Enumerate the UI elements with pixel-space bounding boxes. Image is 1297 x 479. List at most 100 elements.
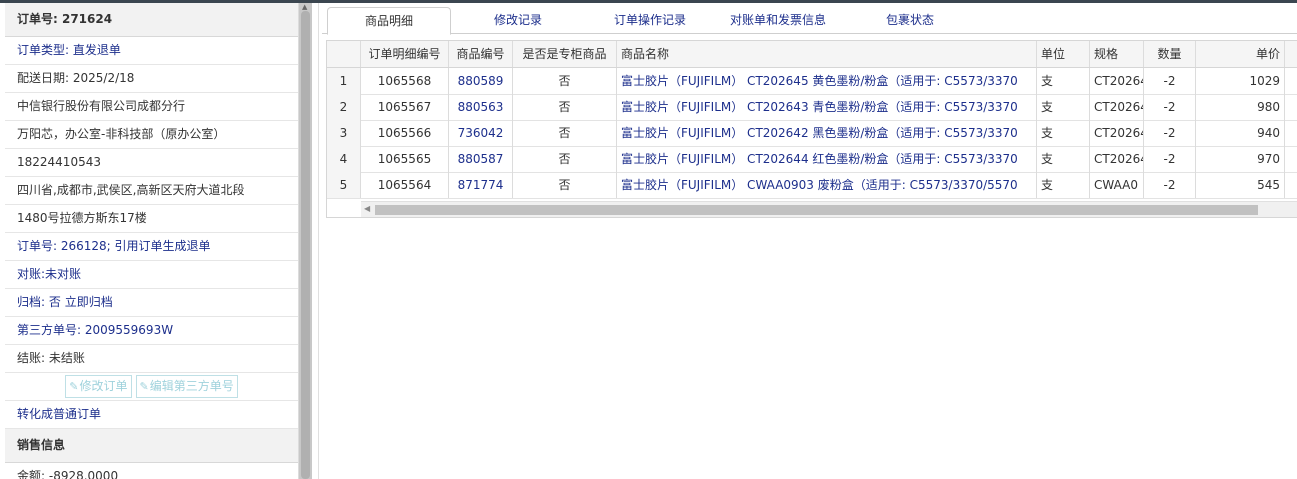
counter-product-cell: 否	[513, 94, 617, 120]
reconcile-value: 未对账	[45, 267, 82, 281]
settle-status: 结账: 未结账	[5, 345, 298, 373]
header-counter-product[interactable]: 是否是专柜商品	[513, 41, 617, 67]
unit-cell: 支	[1037, 68, 1090, 94]
price-cell: 970	[1196, 146, 1285, 172]
table-row[interactable]: 5 1065564 871774 否富士胶片（FUJIFILM） CWAA0903 废…	[327, 172, 1297, 199]
spec-cell: CT20264	[1090, 146, 1144, 172]
archive-label: 归档:	[17, 295, 46, 309]
unit-cell: 支	[1037, 94, 1090, 120]
contact-person: 万阳芯，办公室-非科技部（原办公室）	[5, 121, 298, 149]
detail-id-cell: 1065566	[361, 120, 449, 146]
header-product-code[interactable]: 商品编号	[449, 41, 513, 67]
reference-order[interactable]: 订单号: 266128; 引用订单生成退单	[5, 233, 298, 261]
order-info-panel: 订单号: 271624 订单类型: 直发退单 配送日期: 2025/2/18 中…	[5, 3, 299, 479]
address-line-2: 1480号拉德方斯东17楼	[5, 205, 298, 233]
counter-product-cell: 否	[513, 146, 617, 172]
order-actions: ✎ 修改订单 ✎ 编辑第三方单号	[5, 373, 298, 401]
row-number: 2	[327, 94, 361, 120]
edit-order-button[interactable]: ✎ 修改订单	[65, 375, 132, 398]
scroll-up-icon[interactable]: ▲	[302, 3, 307, 11]
company-name: 中信银行股份有限公司成都分行	[5, 93, 298, 121]
quantity-cell: -2	[1144, 172, 1196, 198]
edit-third-party-button[interactable]: ✎ 编辑第三方单号	[135, 375, 238, 398]
product-code-link[interactable]: 871774	[449, 172, 513, 198]
archive-status: 归档: 否 立即归档	[5, 289, 298, 317]
scrollbar-thumb[interactable]	[301, 11, 310, 479]
delivery-date: 配送日期: 2025/2/18	[5, 65, 298, 93]
edit-third-party-label: 编辑第三方单号	[149, 379, 234, 393]
spec-cell: CT20264	[1090, 120, 1144, 146]
product-code-link[interactable]: 880587	[449, 146, 513, 172]
quantity-cell: -2	[1144, 146, 1196, 172]
spec-cell: CT20264	[1090, 94, 1144, 120]
third-party-number: 第三方单号: 2009559693W	[5, 317, 298, 345]
tab-operation-log[interactable]: 订单操作记录	[600, 7, 700, 33]
row-number: 3	[327, 120, 361, 146]
counter-product-cell: 否	[513, 172, 617, 198]
header-unit[interactable]: 单位	[1037, 41, 1090, 67]
header-price[interactable]: 单价	[1196, 41, 1285, 67]
panel-scrollbar[interactable]: ▲	[299, 3, 312, 479]
archive-now-link[interactable]: 否 立即归档	[49, 295, 113, 309]
counter-product-cell: 否	[513, 120, 617, 146]
spec-cell: CT20264	[1090, 68, 1144, 94]
product-name-link[interactable]: 富士胶片（FUJIFILM） CT202642 黑色墨粉/粉盒（适用于: C55…	[617, 120, 1037, 146]
quantity-cell: -2	[1144, 120, 1196, 146]
product-name-link[interactable]: 富士胶片（FUJIFILM） CT202645 黄色墨粉/粉盒（适用于: C55…	[617, 68, 1037, 94]
price-cell: 545	[1196, 172, 1285, 198]
table-row[interactable]: 2 1065567 880563 否富士胶片（FUJIFILM） CT202643 青…	[327, 94, 1297, 121]
product-code-link[interactable]: 880563	[449, 94, 513, 120]
scroll-left-icon[interactable]: ◀	[364, 204, 370, 213]
table-row[interactable]: 3 1065566 736042 否富士胶片（FUJIFILM） CT202642 黑…	[327, 120, 1297, 147]
tab-product-details[interactable]: 商品明细	[327, 7, 451, 35]
product-name-link[interactable]: 富士胶片（FUJIFILM） CT202643 青色墨粉/粉盒（适用于: C55…	[617, 94, 1037, 120]
quantity-cell: -2	[1144, 68, 1196, 94]
tab-change-log[interactable]: 修改记录	[468, 7, 568, 33]
address-line-1: 四川省,成都市,武侯区,高新区天府大道北段	[5, 177, 298, 205]
spec-cell: CWAA0	[1090, 172, 1144, 198]
unit-cell: 支	[1037, 146, 1090, 172]
detail-id-cell: 1065564	[361, 172, 449, 198]
table-row[interactable]: 1 1065568 880589 否富士胶片（FUJIFILM） CT202645 黄…	[327, 68, 1297, 95]
reconcile-label: 对账:	[17, 267, 46, 281]
product-code-link[interactable]: 880589	[449, 68, 513, 94]
product-table: 订单明细编号 商品编号 是否是专柜商品 商品名称 单位 规格 数量 单价 1 10…	[326, 40, 1297, 218]
header-quantity[interactable]: 数量	[1144, 41, 1196, 67]
unit-cell: 支	[1037, 172, 1090, 198]
phone-number: 18224410543	[5, 149, 298, 177]
price-cell: 980	[1196, 94, 1285, 120]
edit-icon: ✎	[139, 380, 149, 393]
price-cell: 940	[1196, 120, 1285, 146]
edit-order-label: 修改订单	[79, 379, 128, 393]
header-rownum	[327, 41, 361, 67]
product-code-link[interactable]: 736042	[449, 120, 513, 146]
row-number: 4	[327, 146, 361, 172]
convert-to-normal-order-link[interactable]: 转化成普通订单	[5, 401, 298, 429]
edit-icon: ✎	[69, 380, 79, 393]
detail-id-cell: 1065565	[361, 146, 449, 172]
header-product-name[interactable]: 商品名称	[617, 41, 1037, 67]
row-number: 5	[327, 172, 361, 198]
detail-id-cell: 1065567	[361, 94, 449, 120]
header-spec[interactable]: 规格	[1090, 41, 1144, 67]
tab-package-status[interactable]: 包裹状态	[870, 7, 950, 33]
product-name-link[interactable]: 富士胶片（FUJIFILM） CWAA0903 废粉盒（适用于: C5573/3…	[617, 172, 1037, 198]
order-number-title: 订单号: 271624	[5, 3, 298, 37]
unit-cell: 支	[1037, 120, 1090, 146]
divider	[318, 3, 319, 479]
row-number: 1	[327, 68, 361, 94]
table-row[interactable]: 4 1065565 880587 否富士胶片（FUJIFILM） CT202644 红…	[327, 146, 1297, 173]
header-detail-id[interactable]: 订单明细编号	[361, 41, 449, 67]
sales-info-header: 销售信息	[5, 429, 298, 463]
counter-product-cell: 否	[513, 68, 617, 94]
order-type: 订单类型: 直发退单	[5, 37, 298, 65]
horizontal-scrollbar[interactable]: ◀	[361, 201, 1297, 217]
horizontal-scrollbar-thumb[interactable]	[375, 205, 1258, 215]
amount: 金额: -8928.0000	[5, 463, 298, 479]
tab-statement-invoice[interactable]: 对账单和发票信息	[718, 7, 838, 33]
reconcile-status: 对账:未对账	[5, 261, 298, 289]
detail-id-cell: 1065568	[361, 68, 449, 94]
quantity-cell: -2	[1144, 94, 1196, 120]
product-name-link[interactable]: 富士胶片（FUJIFILM） CT202644 红色墨粉/粉盒（适用于: C55…	[617, 146, 1037, 172]
tab-bar: 商品明细 修改记录 订单操作记录 对账单和发票信息 包裹状态	[322, 3, 1297, 35]
